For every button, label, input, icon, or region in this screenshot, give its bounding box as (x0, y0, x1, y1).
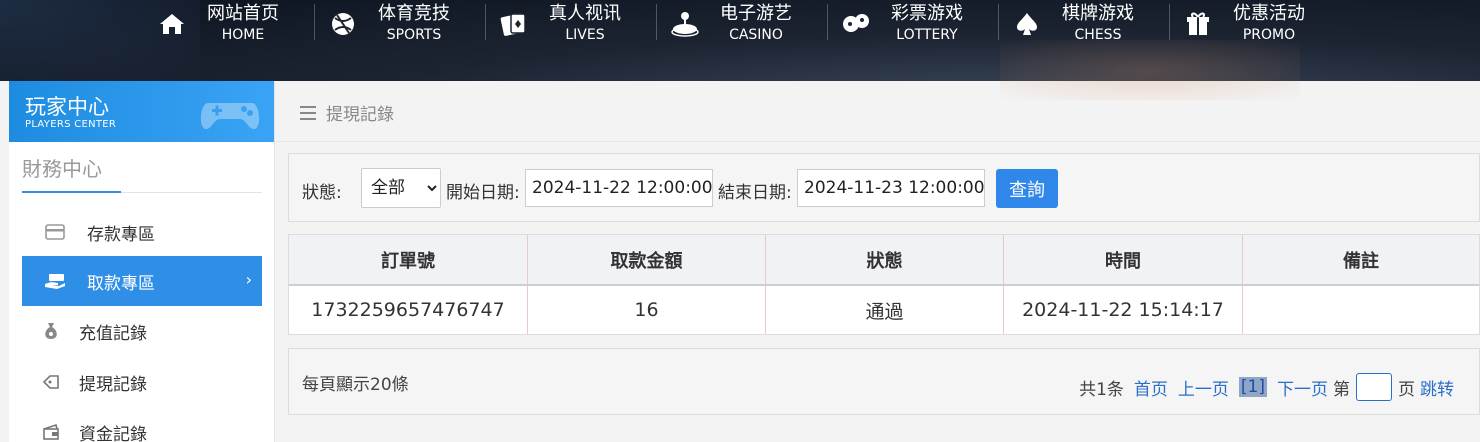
gamepad-icon (200, 103, 260, 129)
money-bag-icon (40, 320, 62, 342)
query-button[interactable]: 查詢 (996, 169, 1058, 208)
spade-icon (1012, 9, 1042, 39)
nav-menu: 网站首页 HOME 体育竞技 SPORTS 真人视讯 LIVES 电子游艺 CASINO… (143, 0, 1340, 48)
status-select[interactable]: 全部 (361, 168, 441, 208)
end-date-label: 結束日期: (718, 183, 792, 203)
chevron-right-icon: › (245, 270, 252, 289)
column-header-status: 狀態 (766, 235, 1004, 284)
section-underline (22, 191, 121, 193)
players-center-header: 玩家中心 PLAYERS CENTER (9, 81, 274, 142)
pagination-links: 共1条 首页 上一页 [1] 下一页 第 页 跳转 (1079, 373, 1459, 401)
card-icon (44, 221, 66, 243)
nav-item-lottery[interactable]: 彩票游戏 LOTTERY (827, 0, 998, 48)
nav-item-casino[interactable]: 电子游艺 CASINO (656, 0, 827, 48)
column-header-remark: 備註 (1343, 250, 1379, 272)
nav-label-cn: 真人视讯 (549, 3, 621, 24)
goto-prefix: 第 (1333, 379, 1350, 400)
per-page-text: 每頁顯示20條 (302, 375, 409, 395)
column-header-order-no: 訂單號 (289, 235, 528, 284)
nav-background-glow (1000, 40, 1300, 100)
start-date-label: 開始日期: (446, 183, 520, 203)
total-count: 共1条 (1079, 379, 1124, 400)
wallet-icon (40, 421, 62, 442)
cell-status: 通過 (766, 286, 1004, 334)
next-page-link[interactable]: 下一页 (1277, 375, 1328, 400)
joystick-icon (670, 9, 700, 39)
nav-label-cn: 体育竞技 (378, 3, 450, 24)
breadcrumb-label: 提現記錄 (326, 105, 394, 125)
nav-label-cn: 电子游艺 (720, 3, 792, 24)
sidebar-item-fund-records[interactable]: 資金記錄 (22, 407, 262, 442)
players-center-title: 玩家中心 (25, 95, 109, 119)
goto-suffix: 页 (1398, 379, 1415, 400)
pagination-bar: 每頁顯示20條 共1条 首页 上一页 [1] 下一页 第 页 跳转 (288, 348, 1480, 415)
cash-hand-icon (44, 270, 66, 292)
cell-time: 2024-11-22 15:14:17 (1004, 286, 1243, 334)
records-table: 訂單號 取款金額 狀態 時間 備註 1732259657476747 16 通過… (288, 234, 1480, 335)
nav-label-en: CASINO (729, 27, 783, 43)
nav-label-cn: 网站首页 (207, 3, 279, 24)
cell-remark (1243, 286, 1479, 334)
gift-icon (1183, 9, 1213, 39)
sidebar-item-label: 資金記錄 (79, 424, 147, 442)
sidebar-item-withdraw[interactable]: 取款專區 › (22, 256, 262, 306)
nav-item-promo[interactable]: 优惠活动 PROMO (1169, 0, 1340, 48)
nav-label-en: HOME (221, 27, 265, 43)
sidebar-item-recharge-records[interactable]: 充值記錄 (22, 306, 262, 356)
section-title: 財務中心 (22, 157, 102, 181)
nav-item-sports[interactable]: 体育竞技 SPORTS (314, 0, 485, 48)
sidebar-item-label: 存款專區 (87, 224, 155, 245)
column-header-amount: 取款金額 (528, 235, 766, 284)
nav-label-en: CHESS (1074, 27, 1122, 43)
menu-icon[interactable] (300, 105, 316, 120)
end-date-input[interactable] (797, 169, 985, 207)
sidebar: 玩家中心 PLAYERS CENTER 財務中心 存款專區 取款專區 › 充值記… (9, 81, 275, 442)
nav-label-en: LIVES (565, 27, 605, 43)
nav-label-en: SPORTS (386, 27, 442, 43)
nav-item-lives[interactable]: 真人视讯 LIVES (485, 0, 656, 48)
start-date-input[interactable] (525, 169, 713, 207)
divider (276, 141, 1480, 142)
breadcrumb: 提現記錄 (300, 100, 394, 125)
nav-label-cn: 彩票游戏 (891, 3, 963, 24)
cell-amount: 16 (528, 286, 766, 334)
column-header-time: 時間 (1004, 235, 1243, 284)
cell-order-no: 1732259657476747 (289, 286, 528, 334)
sidebar-item-withdraw-records[interactable]: 提現記錄 (22, 357, 262, 407)
nav-label-cn: 优惠活动 (1233, 3, 1305, 24)
table-header: 訂單號 取款金額 狀態 時間 備註 (289, 235, 1479, 286)
sidebar-item-deposit[interactable]: 存款專區 (22, 207, 262, 257)
home-icon (157, 9, 187, 39)
ball-icon (328, 9, 358, 39)
dice-icon (841, 9, 871, 39)
status-label: 狀態: (302, 183, 342, 203)
jump-link[interactable]: 跳转 (1420, 375, 1454, 400)
first-page-link[interactable]: 首页 (1134, 375, 1168, 400)
players-center-subtitle: PLAYERS CENTER (25, 119, 117, 130)
nav-label-cn: 棋牌游戏 (1062, 3, 1134, 24)
tag-icon (40, 371, 62, 393)
table-row: 1732259657476747 16 通過 2024-11-22 15:14:… (289, 286, 1479, 334)
sidebar-item-label: 提現記錄 (79, 374, 147, 395)
cards-icon (499, 9, 529, 39)
sidebar-item-label: 取款專區 (87, 273, 155, 294)
top-navigation: 网站首页 HOME 体育竞技 SPORTS 真人视讯 LIVES 电子游艺 CASINO… (0, 0, 1480, 100)
goto-page-input[interactable] (1356, 373, 1392, 401)
nav-item-home[interactable]: 网站首页 HOME (143, 0, 314, 48)
nav-item-chess[interactable]: 棋牌游戏 CHESS (998, 0, 1169, 48)
nav-label-en: LOTTERY (896, 27, 958, 43)
sidebar-item-label: 充值記錄 (79, 323, 147, 344)
filter-bar: 狀態: 全部 開始日期: 結束日期: 查詢 (288, 153, 1480, 222)
current-page: [1] (1238, 377, 1267, 397)
nav-label-en: PROMO (1242, 27, 1296, 43)
prev-page-link[interactable]: 上一页 (1178, 375, 1229, 400)
